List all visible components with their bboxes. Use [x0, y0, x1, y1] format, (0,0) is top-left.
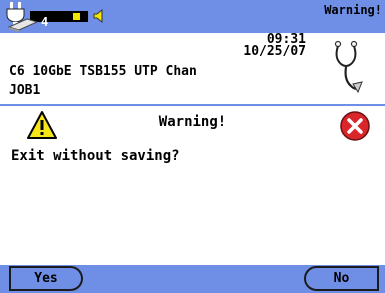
date-display: 10/25/07	[243, 44, 306, 59]
datetime-box: 09:31 10/25/07	[230, 33, 314, 66]
cable-count: 4	[41, 15, 49, 29]
status-header: Warning! 4	[0, 0, 385, 33]
stethoscope-icon	[334, 40, 363, 94]
header-title: Warning!	[324, 3, 382, 17]
no-button[interactable]: No	[304, 266, 379, 291]
dialog-message: Exit without saving?	[11, 148, 180, 164]
cable-icon	[7, 18, 39, 32]
yes-button[interactable]: Yes	[9, 266, 83, 291]
divider	[0, 104, 385, 106]
job-label: JOB1	[9, 83, 41, 98]
cable-type-label: C6 10GbE TSB155 UTP Chan	[9, 64, 197, 79]
speaker-icon	[93, 9, 103, 23]
error-x-icon	[340, 111, 370, 141]
dialog-title: Warning!	[158, 114, 227, 130]
